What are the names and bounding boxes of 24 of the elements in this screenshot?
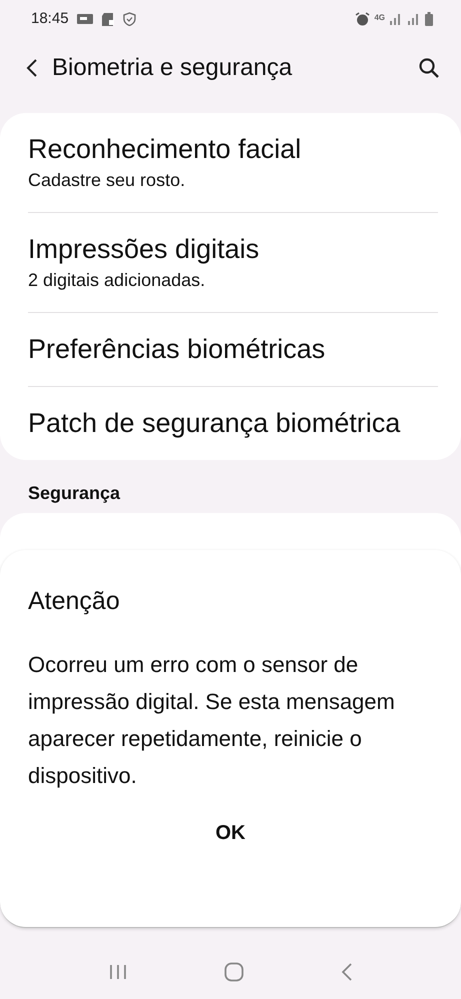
sd-card-icon — [100, 12, 115, 26]
item-title[interactable]: Impressões digitais — [28, 233, 438, 266]
item-title[interactable]: Preferências biométricas — [28, 333, 438, 366]
signal-icon — [407, 13, 421, 25]
dialog-message: Ocorreu um erro com o sensor de impressão digital. Se esta mensagem aparecer repetidamente, reinicie o dispositivo. — [28, 650, 396, 790]
item-subtitle: 2 digitais adicionadas. — [28, 269, 206, 292]
section-header: Segurança — [27, 482, 122, 505]
dialog-title: Atenção — [28, 586, 121, 617]
search-icon[interactable] — [419, 58, 439, 78]
shield-icon — [122, 12, 136, 26]
battery-icon — [425, 12, 433, 26]
alarm-icon — [355, 12, 370, 26]
signal-icon — [389, 13, 403, 25]
item-title[interactable]: Reconhecimento facial — [28, 133, 438, 166]
message-icon — [76, 13, 93, 25]
ok-button[interactable]: OK — [196, 814, 266, 852]
item-subtitle: Cadastre seu rosto. — [28, 169, 186, 192]
status-time: 18:45 — [31, 8, 69, 29]
back-icon[interactable] — [26, 58, 38, 78]
home-icon[interactable] — [224, 962, 244, 982]
screen-title: Biometria e segurança — [52, 53, 294, 83]
recents-icon[interactable] — [108, 964, 126, 980]
item-title[interactable]: Patch de segurança biométrica — [28, 407, 438, 440]
network-type: 4G — [374, 14, 385, 22]
